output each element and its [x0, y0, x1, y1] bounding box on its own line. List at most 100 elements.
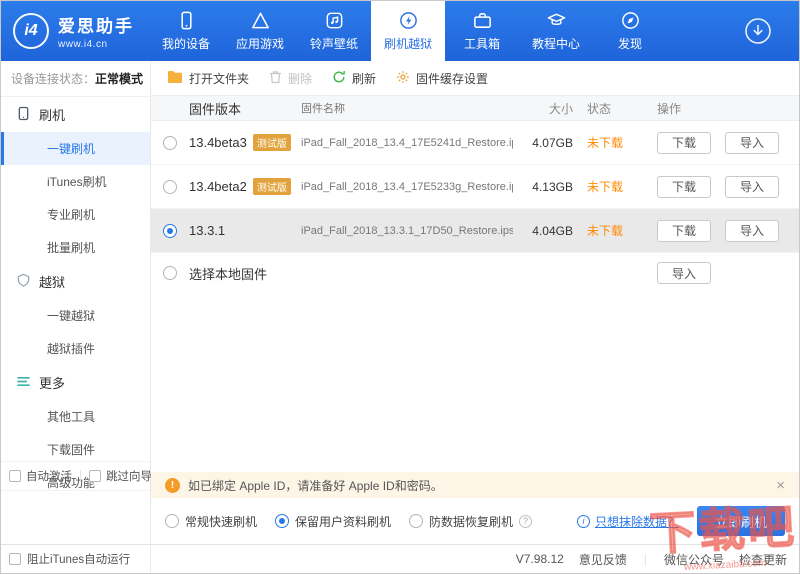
tab-label: 教程中心	[531, 37, 580, 51]
sidebar-item-batch-flash[interactable]: 批量刷机	[1, 231, 150, 264]
tab-ringtones-wallpapers[interactable]: 铃声壁纸	[297, 1, 371, 61]
sidebar-item-itunes-flash[interactable]: iTunes刷机	[1, 165, 150, 198]
firmware-version: 13.4beta3	[189, 135, 247, 150]
flash-now-button[interactable]: 立即刷机	[697, 506, 785, 536]
connection-status-value: 正常模式	[95, 72, 144, 86]
option-keep-data-flash[interactable]: 保留用户资料刷机	[275, 513, 391, 530]
header-name: 固件名称	[301, 103, 345, 115]
help-icon[interactable]: ?	[519, 514, 533, 528]
firmware-version: 13.3.1	[189, 223, 226, 238]
check-update-link[interactable]: 检查更新	[739, 551, 787, 568]
tab-flash-jailbreak[interactable]: 刷机越狱	[371, 1, 445, 61]
sidebar-item-pro-flash[interactable]: 专业刷机	[1, 198, 150, 231]
delete-button[interactable]: 删除	[269, 70, 312, 87]
import-button[interactable]: 导入	[725, 175, 779, 198]
open-folder-button[interactable]: 打开文件夹	[167, 70, 249, 87]
import-button[interactable]: 导入	[725, 219, 779, 242]
divider: |	[643, 552, 647, 566]
cache-settings-label: 固件缓存设置	[416, 71, 489, 86]
phone-icon	[17, 106, 30, 124]
block-itunes-checkbox[interactable]	[9, 553, 21, 565]
delete-label: 删除	[288, 71, 313, 86]
sidebar-group-label: 刷机	[39, 108, 66, 123]
sidebar-group-jailbreak: 越狱	[1, 264, 150, 299]
open-folder-label: 打开文件夹	[189, 71, 250, 86]
erase-data-link[interactable]: i 只想抹除数据？	[576, 513, 679, 530]
music-icon	[324, 10, 345, 31]
firmware-row[interactable]: 13.3.1 iPad_Fall_2018_13.3.1_17D50_Resto…	[151, 209, 799, 253]
feedback-link[interactable]: 意见反馈	[579, 551, 627, 568]
main-panel: 打开文件夹 删除 刷新 固件缓存设置 固件版本 固件名称 大小 状态 操作 13…	[151, 61, 799, 544]
firmware-radio[interactable]	[163, 179, 177, 194]
wechat-link[interactable]: 微信公众号	[664, 551, 724, 568]
refresh-button[interactable]: 刷新	[332, 70, 376, 87]
skip-wizard-checkbox[interactable]	[89, 470, 101, 482]
firmware-size: 4.07GB	[532, 135, 573, 150]
anti-recovery-flash-label: 防数据恢复刷机	[429, 514, 514, 529]
gamepad-icon	[250, 10, 271, 31]
flash-icon	[398, 10, 419, 31]
download-circle-icon[interactable]	[743, 16, 773, 49]
auto-activate-checkbox[interactable]	[9, 470, 21, 482]
brand-site: www.i4.cn	[58, 39, 108, 50]
refresh-label: 刷新	[352, 71, 377, 86]
download-button[interactable]: 下载	[657, 175, 711, 198]
sidebar-item-other-tools[interactable]: 其他工具	[1, 400, 150, 433]
firmware-toolbar: 打开文件夹 删除 刷新 固件缓存设置	[151, 61, 799, 95]
tab-discover[interactable]: 发现	[593, 1, 667, 61]
logo-icon: i4	[13, 13, 49, 49]
download-button[interactable]: 下载	[657, 219, 711, 242]
status-bar-right: V7.98.12 意见反馈 | 微信公众号 检查更新	[516, 551, 799, 568]
folder-icon	[167, 70, 183, 86]
firmware-row[interactable]: 13.4beta2 测试版 iPad_Fall_2018_13.4_17E523…	[151, 165, 799, 209]
trash-icon	[269, 70, 282, 87]
block-itunes-option[interactable]: 阻止iTunes自动运行	[1, 545, 151, 573]
tab-label: 刷机越狱	[383, 37, 432, 51]
sidebar-group-more: 更多	[1, 365, 150, 400]
firmware-radio[interactable]	[163, 223, 177, 238]
download-button[interactable]: 下载	[657, 131, 711, 154]
erase-data-label: 只想抹除数据？	[594, 514, 679, 529]
close-icon[interactable]: ×	[776, 478, 785, 493]
anti-recovery-flash-radio[interactable]	[409, 514, 424, 528]
firmware-status: 未下载	[587, 180, 624, 194]
firmware-name: iPad_Fall_2018_13.3.1_17D50_Restore.ipsw	[301, 224, 513, 237]
divider: |	[79, 470, 82, 482]
app-logo: i4 爱思助手 www.i4.cn	[1, 1, 149, 61]
device-icon	[176, 10, 197, 31]
cache-settings-button[interactable]: 固件缓存设置	[396, 70, 488, 87]
tab-toolbox[interactable]: 工具箱	[445, 1, 519, 61]
keep-data-flash-radio[interactable]	[275, 514, 290, 528]
tab-apps-games[interactable]: 应用游戏	[223, 1, 297, 61]
sidebar-group-label: 更多	[39, 376, 66, 391]
import-button[interactable]: 导入	[725, 131, 779, 154]
tab-my-devices[interactable]: 我的设备	[149, 1, 223, 61]
refresh-icon	[332, 70, 346, 87]
firmware-row[interactable]: 13.4beta3 测试版 iPad_Fall_2018_13.4_17E524…	[151, 121, 799, 165]
option-normal-flash[interactable]: 常规快速刷机	[165, 513, 257, 530]
firmware-radio[interactable]	[163, 135, 177, 150]
option-anti-recovery-flash[interactable]: 防数据恢复刷机 ?	[409, 513, 533, 530]
app-header: i4 爱思助手 www.i4.cn 我的设备 应用游戏 铃声壁纸 刷机越狱 工具…	[1, 1, 799, 61]
auto-activate-label: 自动激活	[26, 471, 72, 483]
firmware-name: iPad_Fall_2018_13.4_17E5241d_Restore.ips…	[301, 136, 513, 149]
sidebar-item-onekey-jailbreak[interactable]: 一键越狱	[1, 299, 150, 332]
import-button[interactable]: 导入	[657, 262, 711, 284]
menu-lines-icon	[17, 375, 30, 390]
beta-badge: 测试版	[252, 178, 291, 195]
firmware-status: 未下载	[587, 136, 624, 150]
firmware-radio[interactable]	[163, 266, 177, 280]
firmware-row[interactable]: 选择本地固件 导入	[151, 253, 799, 293]
main-nav: 我的设备 应用游戏 铃声壁纸 刷机越狱 工具箱 教程中心 发现	[149, 1, 667, 61]
normal-flash-label: 常规快速刷机	[185, 514, 258, 529]
connection-status: 设备连接状态：正常模式	[1, 61, 150, 97]
sidebar-item-onekey-flash[interactable]: 一键刷机	[1, 132, 150, 165]
apple-id-notice: ! 如已绑定 Apple ID，请准备好 Apple ID和密码。 ×	[151, 472, 799, 498]
info-icon: i	[576, 514, 590, 528]
sidebar-item-jailbreak-plugins[interactable]: 越狱插件	[1, 332, 150, 365]
keep-data-flash-label: 保留用户资料刷机	[295, 514, 392, 529]
normal-flash-radio[interactable]	[165, 514, 179, 528]
tab-tutorials[interactable]: 教程中心	[519, 1, 593, 61]
block-itunes-label: 阻止iTunes自动运行	[27, 554, 131, 566]
warning-icon: !	[165, 477, 180, 493]
